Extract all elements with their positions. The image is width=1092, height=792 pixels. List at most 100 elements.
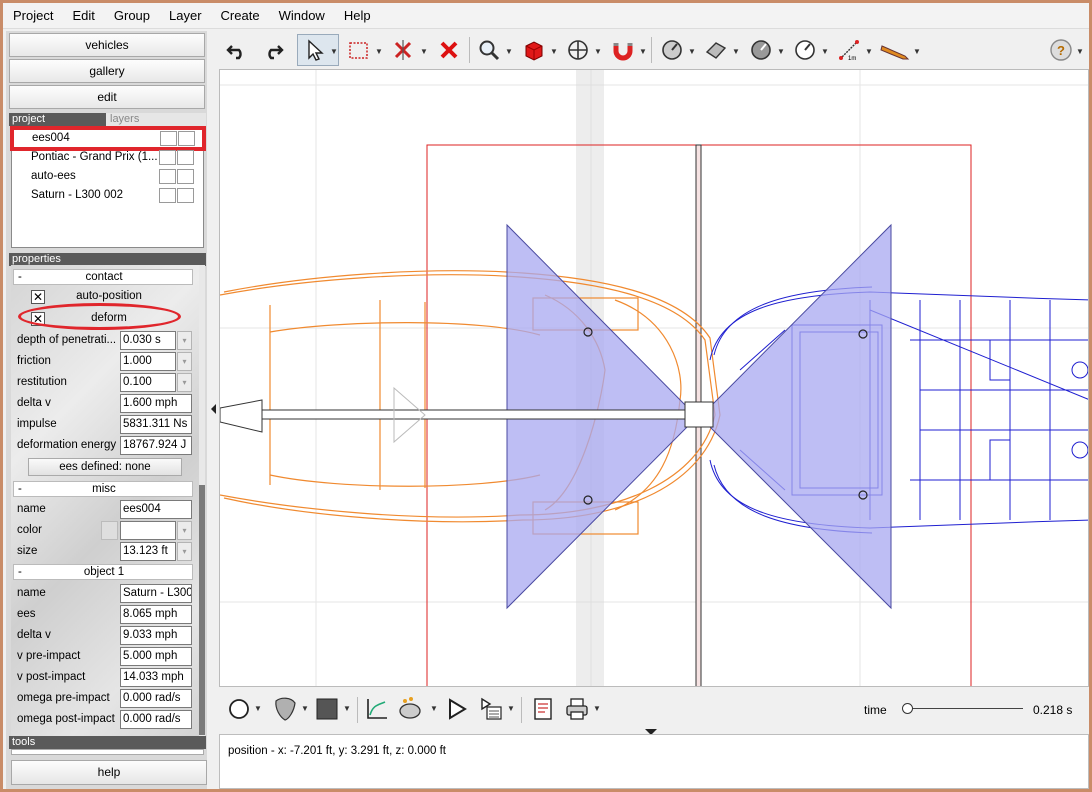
gallery-button[interactable]: gallery <box>9 59 205 83</box>
dial-icon[interactable] <box>749 38 773 62</box>
chevron-down-icon[interactable]: ▼ <box>550 47 558 56</box>
menu-edit[interactable]: Edit <box>62 3 103 29</box>
zoom-icon[interactable] <box>477 38 501 62</box>
properties-scrollbar[interactable] <box>199 265 205 741</box>
v-pre-field[interactable]: 5.000 mph <box>120 647 192 666</box>
depth-field[interactable]: 0.030 s <box>120 331 176 350</box>
friction-field[interactable]: 1.000 <box>120 352 176 371</box>
delete-point-icon[interactable] <box>391 38 415 62</box>
deformation-energy-field[interactable]: 18767.924 J <box>120 436 192 455</box>
list-item[interactable]: Saturn - L300 002 <box>12 186 202 205</box>
depth-spinner[interactable]: ▾ <box>177 331 192 350</box>
menu-project[interactable]: Project <box>3 3 62 29</box>
chevron-down-icon[interactable]: ▼ <box>301 704 309 713</box>
visibility-checkbox[interactable] <box>159 188 176 203</box>
rotate-object-icon[interactable] <box>660 38 684 62</box>
scrollbar-thumb[interactable] <box>199 485 205 735</box>
menu-group[interactable]: Group <box>104 3 159 29</box>
delete-icon[interactable] <box>437 38 461 62</box>
chevron-down-icon[interactable]: ▼ <box>420 47 428 56</box>
menu-create[interactable]: Create <box>211 3 269 29</box>
viewport-canvas[interactable] <box>219 69 1089 687</box>
chevron-down-icon[interactable]: ▼ <box>913 47 921 56</box>
tab-layers[interactable]: layers <box>106 113 206 126</box>
color-dropdown[interactable]: ▾ <box>177 521 192 540</box>
chevron-down-icon[interactable]: ▼ <box>777 47 785 56</box>
help-button[interactable]: help <box>11 760 207 785</box>
chevron-down-icon[interactable]: ▼ <box>639 47 647 56</box>
chevron-down-icon[interactable]: ▼ <box>593 704 601 713</box>
omega-pre-field[interactable]: 0.000 rad/s <box>120 689 192 708</box>
edit-button[interactable]: edit <box>9 85 205 109</box>
step-play-icon[interactable] <box>479 697 503 721</box>
scene-drawing[interactable] <box>220 70 1089 687</box>
misc-group-header[interactable]: - misc <box>13 481 193 497</box>
list-item[interactable]: ees004 <box>10 126 206 151</box>
size-spinner[interactable]: ▾ <box>177 542 192 561</box>
lock-checkbox[interactable] <box>177 150 194 165</box>
chevron-down-icon[interactable]: ▼ <box>505 47 513 56</box>
contact-point[interactable] <box>684 401 714 428</box>
chevron-down-icon[interactable]: ▼ <box>1076 47 1084 56</box>
lock-checkbox[interactable] <box>177 188 194 203</box>
v-post-field[interactable]: 14.033 mph <box>120 668 192 687</box>
color-field[interactable] <box>120 521 176 540</box>
measure-distance-icon[interactable]: 1m <box>837 38 861 62</box>
circle-tool-icon[interactable] <box>227 697 251 721</box>
color-square-icon[interactable] <box>315 697 339 721</box>
name-field[interactable]: ees004 <box>120 500 192 519</box>
visibility-checkbox[interactable] <box>159 150 176 165</box>
vehicles-button[interactable]: vehicles <box>9 33 205 57</box>
size-field[interactable]: 13.123 ft <box>120 542 176 561</box>
graph-icon[interactable] <box>365 697 389 721</box>
color-swatch[interactable] <box>101 521 118 540</box>
menu-window[interactable]: Window <box>269 3 334 29</box>
help-icon[interactable]: ? <box>1049 38 1073 62</box>
camera-path-icon[interactable] <box>397 695 427 723</box>
list-item[interactable]: Pontiac - Grand Prix (1... <box>12 148 202 167</box>
chevron-down-icon[interactable]: ▼ <box>688 47 696 56</box>
shape-fill-icon[interactable] <box>271 695 299 723</box>
rectangle-select-icon[interactable] <box>347 38 371 62</box>
lock-checkbox[interactable] <box>178 131 195 146</box>
ees-field[interactable]: 8.065 mph <box>120 605 192 624</box>
object1-group-header[interactable]: - object 1 <box>13 564 193 580</box>
box-object-icon[interactable] <box>522 38 546 62</box>
chevron-down-icon[interactable]: ▼ <box>254 704 262 713</box>
deform-zone-right[interactable] <box>699 223 892 610</box>
restitution-field[interactable]: 0.100 <box>120 373 176 392</box>
time-slider-thumb[interactable] <box>902 703 913 714</box>
omega-post-field[interactable]: 0.000 rad/s <box>120 710 192 729</box>
visibility-checkbox[interactable] <box>160 131 177 146</box>
chevron-down-icon[interactable]: ▼ <box>865 47 873 56</box>
friction-spinner[interactable]: ▾ <box>177 352 192 371</box>
tab-project[interactable]: project <box>12 113 45 125</box>
menu-layer[interactable]: Layer <box>159 3 211 29</box>
list-item[interactable]: auto-ees <box>12 167 202 186</box>
visibility-checkbox[interactable] <box>159 169 176 184</box>
collapse-panel-handle[interactable] <box>209 398 219 420</box>
chevron-down-icon[interactable]: ▼ <box>330 47 338 56</box>
play-icon[interactable] <box>445 697 469 721</box>
chevron-down-icon[interactable]: ▼ <box>430 704 438 713</box>
crayon-icon[interactable] <box>879 38 911 62</box>
undo-icon[interactable] <box>225 38 249 62</box>
chevron-down-icon[interactable]: ▼ <box>594 47 602 56</box>
delta-v-field[interactable]: 9.033 mph <box>120 626 192 645</box>
magnet-icon[interactable] <box>611 38 635 62</box>
measure-angle-icon[interactable] <box>793 38 817 62</box>
print-icon[interactable] <box>565 697 589 721</box>
chevron-down-icon[interactable]: ▼ <box>732 47 740 56</box>
lock-checkbox[interactable] <box>177 169 194 184</box>
object-name-field[interactable]: Saturn - L300 <box>120 584 192 603</box>
chevron-down-icon[interactable]: ▼ <box>375 47 383 56</box>
report-icon[interactable] <box>531 697 555 721</box>
move-icon[interactable] <box>566 38 590 62</box>
chevron-down-icon[interactable]: ▼ <box>507 704 515 713</box>
impulse-field[interactable]: 5831.311 Ns <box>120 415 192 434</box>
contact-group-header[interactable]: - contact <box>13 269 193 285</box>
redo-icon[interactable] <box>261 38 285 62</box>
time-slider-track[interactable] <box>907 708 1023 709</box>
surface-icon[interactable] <box>704 38 728 62</box>
menu-help[interactable]: Help <box>334 3 380 29</box>
